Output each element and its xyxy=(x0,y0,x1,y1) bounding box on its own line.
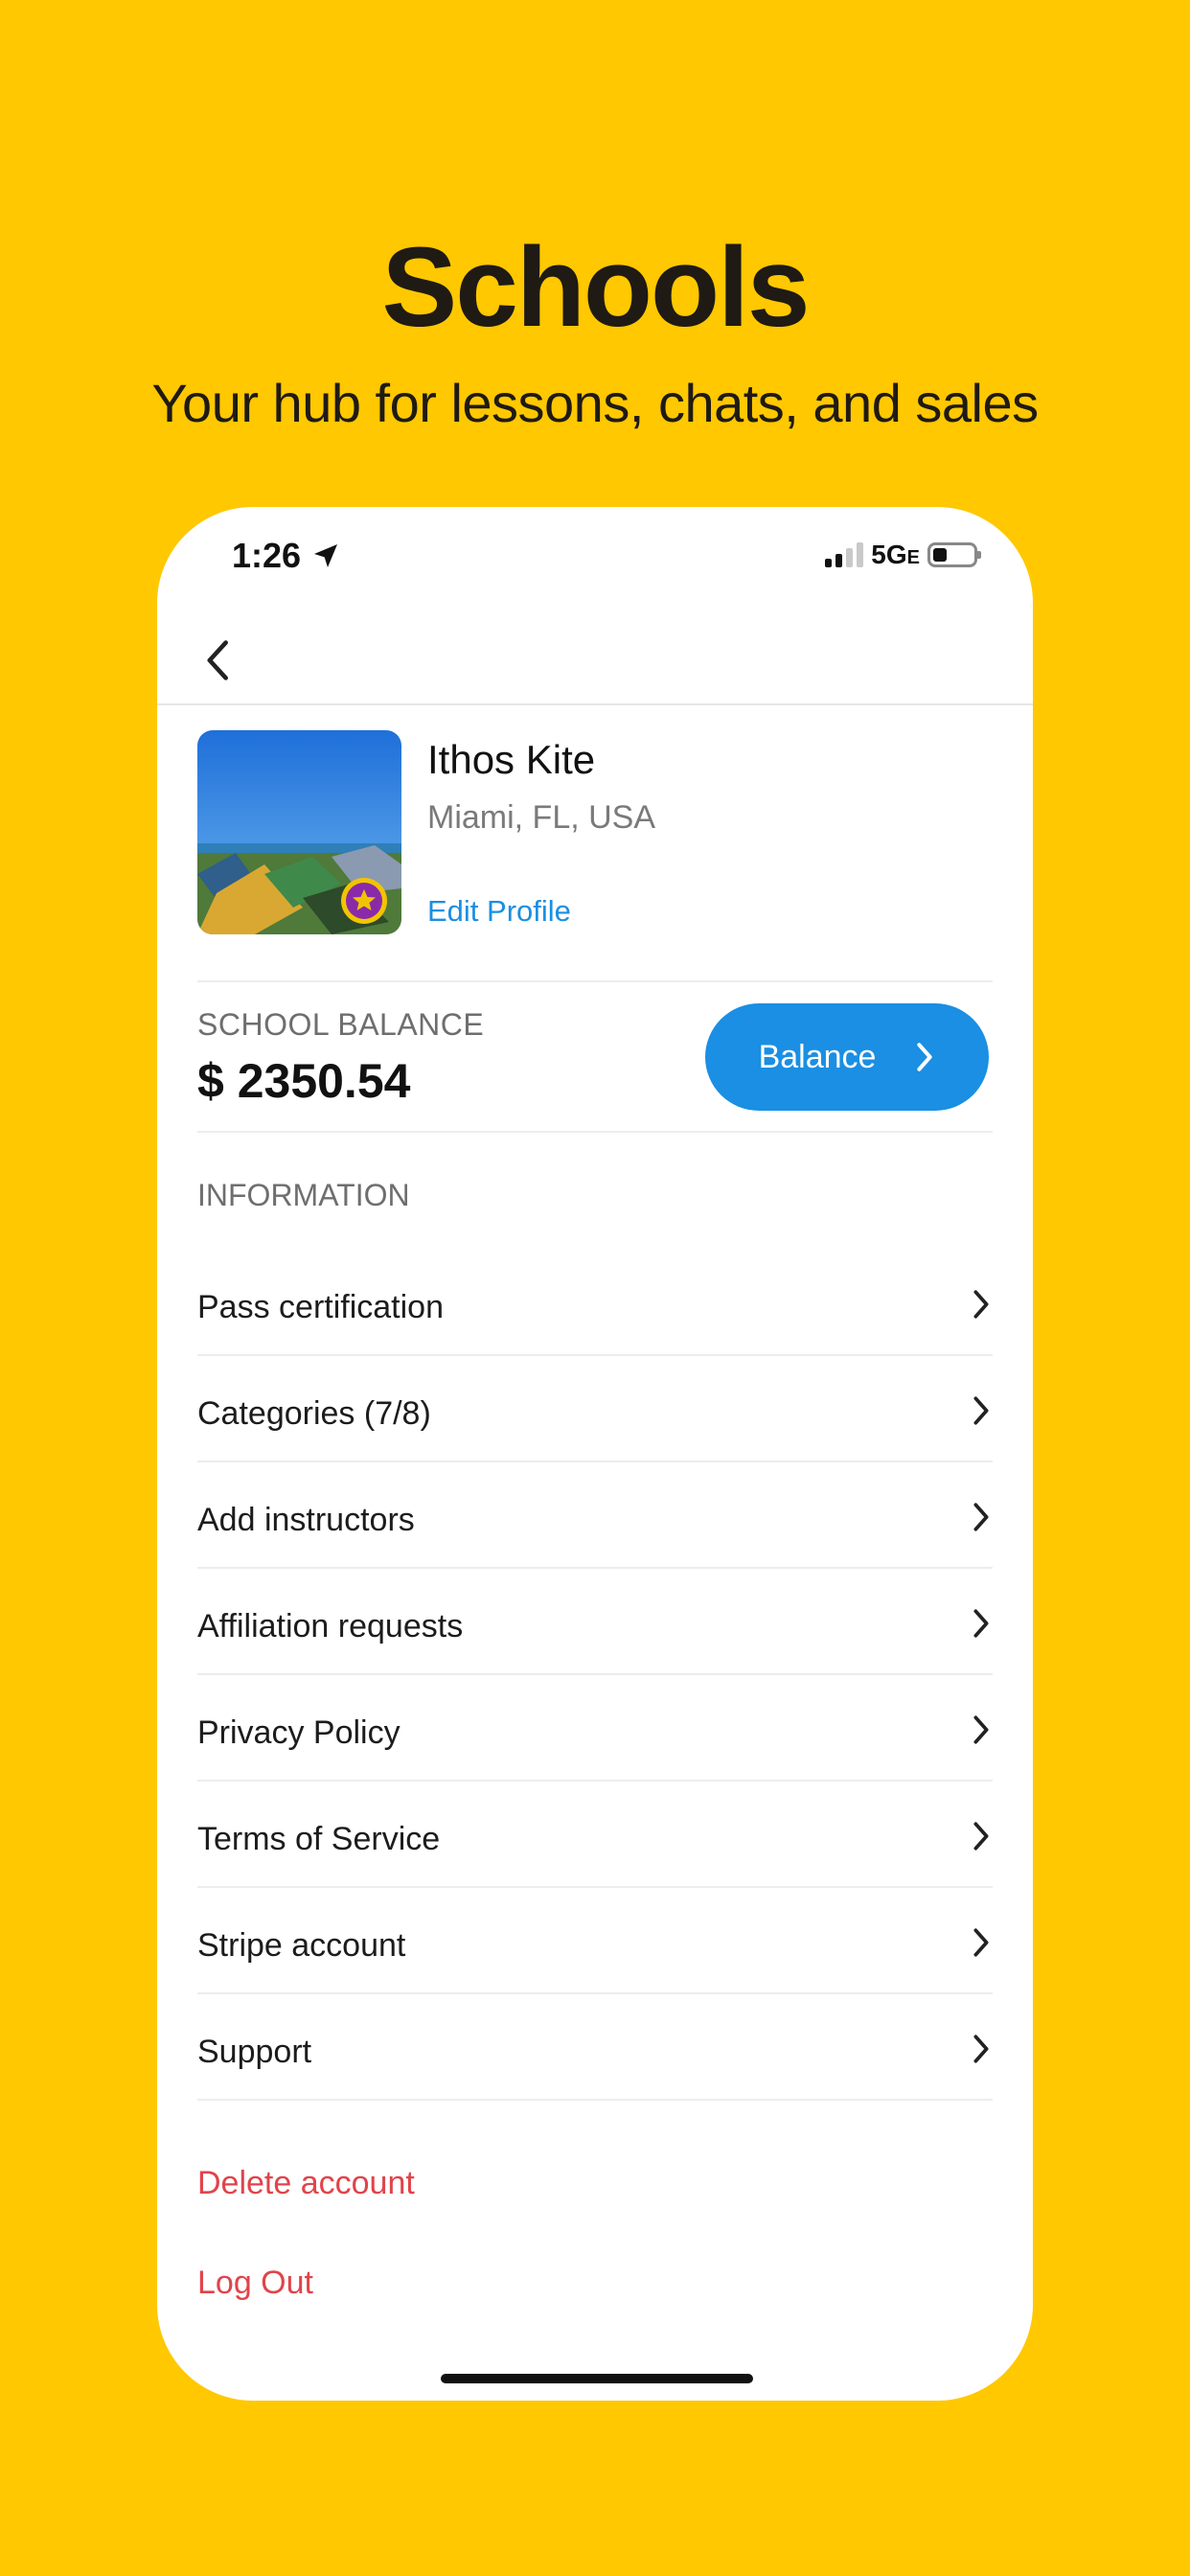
battery-icon xyxy=(927,542,981,567)
phone-screen: 1:26 5GE Ithos Kite Miami, FL, USA Edit … xyxy=(157,507,1033,2401)
chevron-right-icon xyxy=(973,1395,989,1425)
menu-item-label: Privacy Policy xyxy=(197,1714,400,1751)
chevron-right-icon xyxy=(973,1927,989,1957)
school-photo[interactable] xyxy=(197,730,401,934)
hero-title: Schools xyxy=(381,224,811,351)
logout-button[interactable]: Log Out xyxy=(197,2265,313,2302)
network-type: 5GE xyxy=(871,540,920,569)
menu-item-categories[interactable]: Categories (7/8) xyxy=(197,1356,993,1462)
school-name: Ithos Kite xyxy=(427,737,596,782)
menu-item-terms-of-service[interactable]: Terms of Service xyxy=(197,1782,993,1888)
school-location: Miami, FL, USA xyxy=(427,799,656,836)
chevron-right-icon xyxy=(973,1821,989,1851)
menu-item-privacy-policy[interactable]: Privacy Policy xyxy=(197,1675,993,1782)
menu-item-label: Stripe account xyxy=(197,1927,406,1964)
information-menu: Pass certification Categories (7/8) Add … xyxy=(197,1250,993,2101)
menu-item-label: Add instructors xyxy=(197,1502,415,1538)
nav-divider xyxy=(157,703,1033,705)
menu-item-label: Pass certification xyxy=(197,1289,444,1325)
chevron-right-icon xyxy=(973,1608,989,1638)
balance-button[interactable]: Balance xyxy=(705,1003,989,1111)
divider xyxy=(197,1131,993,1133)
location-arrow-icon xyxy=(314,544,338,567)
menu-item-label: Terms of Service xyxy=(197,1821,441,1857)
menu-item-label: Affiliation requests xyxy=(197,1608,464,1644)
menu-item-label: Categories (7/8) xyxy=(197,1395,431,1432)
home-indicator[interactable] xyxy=(441,2374,753,2383)
balance-amount: $ 2350.54 xyxy=(197,1054,411,1108)
chevron-right-icon xyxy=(917,1043,933,1071)
information-section-label: INFORMATION xyxy=(197,1178,410,1212)
menu-item-add-instructors[interactable]: Add instructors xyxy=(197,1462,993,1569)
back-button[interactable] xyxy=(190,632,247,689)
divider xyxy=(197,980,993,982)
back-chevron-icon xyxy=(207,640,228,680)
balance-button-label: Balance xyxy=(758,1038,877,1075)
hero-subtitle: Your hub for lessons, chats, and sales xyxy=(151,373,1039,433)
chevron-right-icon xyxy=(973,1714,989,1744)
menu-item-pass-certification[interactable]: Pass certification xyxy=(197,1250,993,1356)
chevron-right-icon xyxy=(973,1502,989,1531)
status-time-group: 1:26 xyxy=(232,536,341,576)
status-indicators: 5GE xyxy=(825,540,981,570)
menu-item-affiliation-requests[interactable]: Affiliation requests xyxy=(197,1569,993,1675)
menu-item-label: Support xyxy=(197,2034,312,2070)
edit-profile-link[interactable]: Edit Profile xyxy=(427,894,571,929)
chevron-right-icon xyxy=(973,1289,989,1319)
signal-icon xyxy=(825,542,864,567)
balance-label: SCHOOL BALANCE xyxy=(197,1007,485,1042)
delete-account-button[interactable]: Delete account xyxy=(197,2165,415,2202)
menu-item-support[interactable]: Support xyxy=(197,1994,993,2101)
chevron-right-icon xyxy=(973,2034,989,2063)
status-time: 1:26 xyxy=(232,536,302,575)
menu-item-stripe-account[interactable]: Stripe account xyxy=(197,1888,993,1994)
